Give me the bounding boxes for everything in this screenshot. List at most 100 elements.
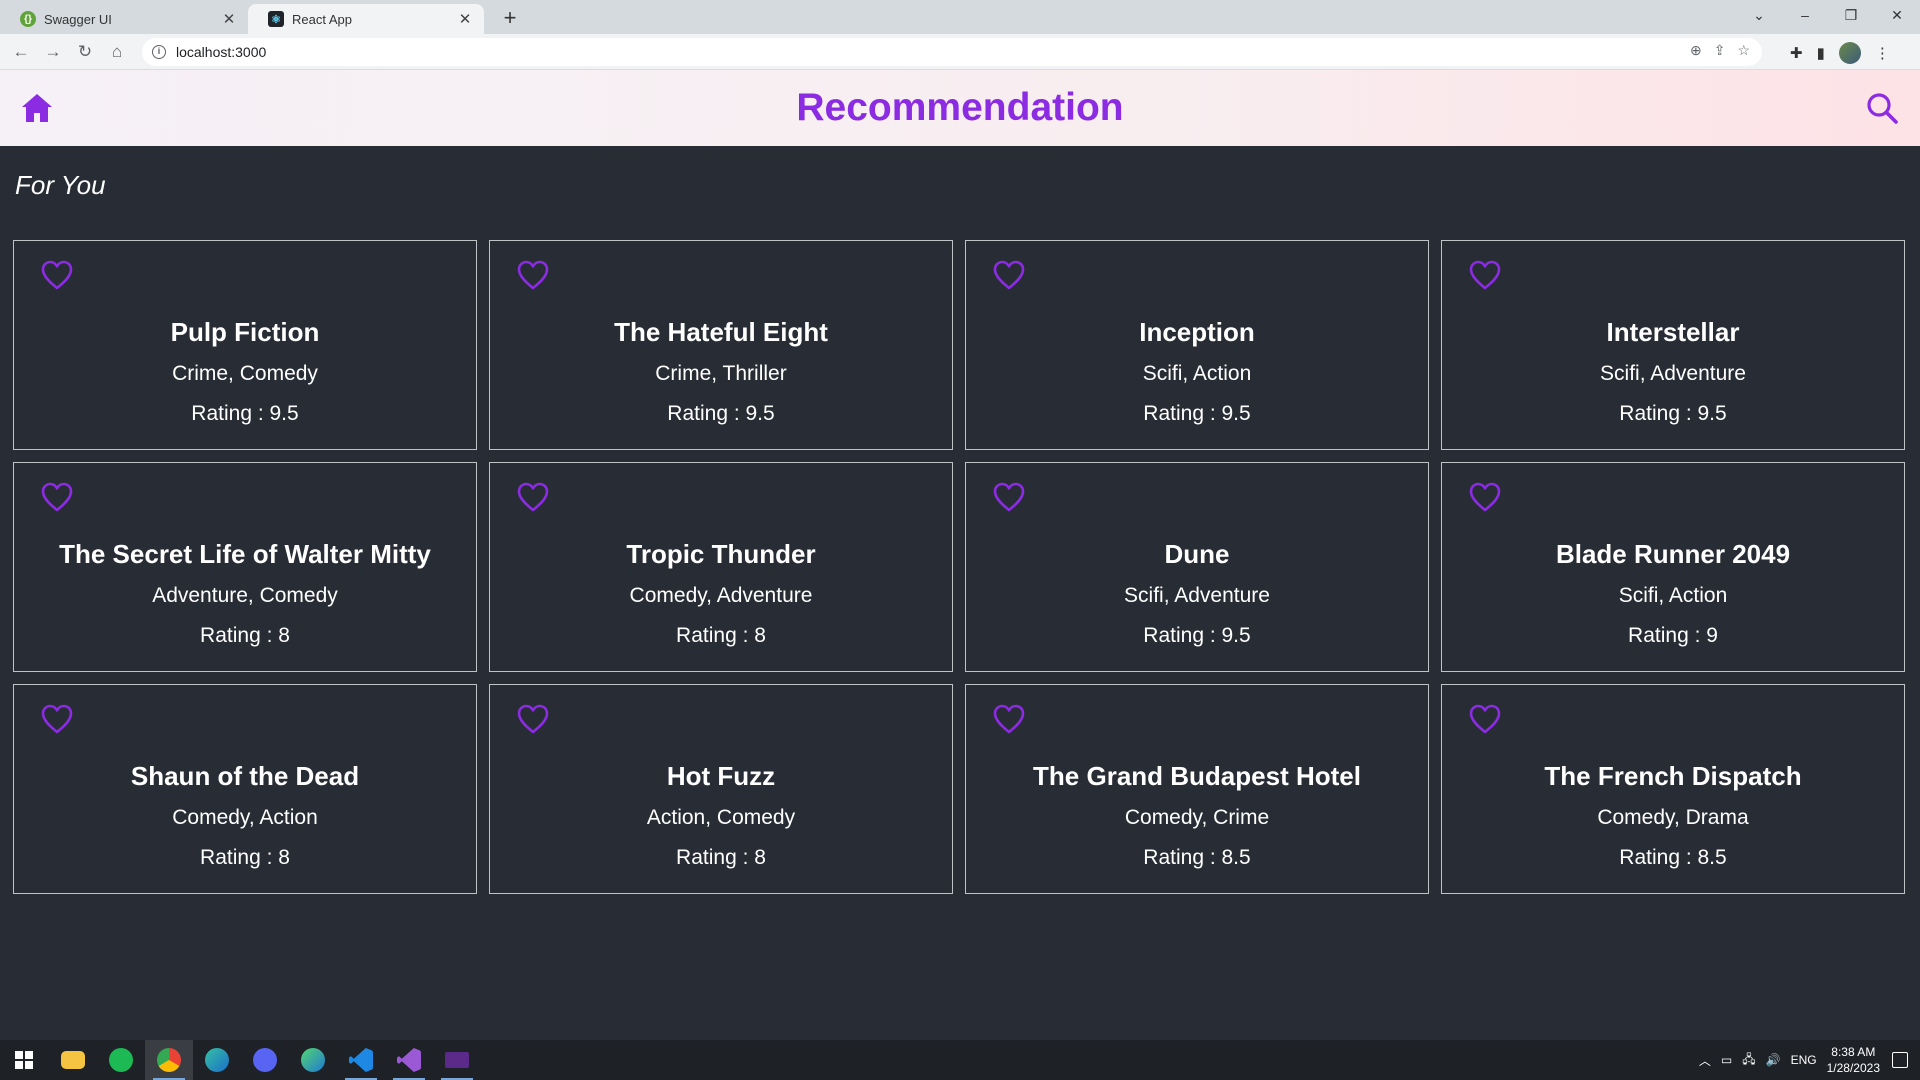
taskbar-spotify[interactable] (97, 1040, 145, 1080)
swagger-favicon-icon: {} (20, 11, 36, 27)
address-bar[interactable]: i localhost:3000 ⊕ ⇪ ☆ (142, 38, 1762, 66)
react-favicon-icon: ⚛ (268, 11, 284, 27)
taskbar-chrome[interactable] (145, 1040, 193, 1080)
taskbar-edge-beta[interactable] (193, 1040, 241, 1080)
favorite-heart-button[interactable] (1468, 481, 1502, 513)
favorite-heart-button[interactable] (40, 703, 74, 735)
tab-swagger-ui[interactable]: {} Swagger UI ✕ (0, 4, 248, 34)
movie-card[interactable]: Shaun of the Dead Comedy, Action Rating … (13, 684, 477, 894)
movie-rating: Rating : 8 (676, 624, 766, 647)
movie-card[interactable]: Pulp Fiction Crime, Comedy Rating : 9.5 (13, 240, 477, 450)
taskbar-visual-studio[interactable] (385, 1040, 433, 1080)
movie-card[interactable]: Hot Fuzz Action, Comedy Rating : 8 (489, 684, 953, 894)
language-indicator[interactable]: ENG (1791, 1053, 1817, 1067)
movie-card[interactable]: The Hateful Eight Crime, Thriller Rating… (489, 240, 953, 450)
search-button[interactable] (1864, 90, 1900, 126)
movie-card[interactable]: Dune Scifi, Adventure Rating : 9.5 (965, 462, 1429, 672)
favorite-heart-button[interactable] (992, 481, 1026, 513)
heart-icon (517, 704, 549, 734)
network-icon[interactable]: 🖧 (1742, 1050, 1755, 1071)
movie-rating: Rating : 9.5 (667, 402, 775, 425)
taskbar-discord[interactable] (241, 1040, 289, 1080)
movie-rating: Rating : 9.5 (1143, 402, 1251, 425)
clock[interactable]: 8:38 AM 1/28/2023 (1827, 1044, 1880, 1076)
taskbar-terminal[interactable] (433, 1040, 481, 1080)
tab-react-app[interactable]: ⚛ React App ✕ (248, 4, 484, 34)
start-button[interactable] (0, 1040, 48, 1080)
heart-icon (993, 704, 1025, 734)
heart-icon (993, 482, 1025, 512)
movie-title: The French Dispatch (1544, 761, 1802, 791)
favorite-heart-button[interactable] (516, 703, 550, 735)
movie-title: Blade Runner 2049 (1555, 539, 1791, 569)
movie-genres: Comedy, Adventure (629, 584, 813, 607)
folder-icon (61, 1051, 85, 1069)
spotify-icon (109, 1048, 133, 1072)
movie-card[interactable]: The Secret Life of Walter Mitty Adventur… (13, 462, 477, 672)
favorite-heart-button[interactable] (40, 481, 74, 513)
browser-menu-icon[interactable]: ⋮ (1875, 44, 1890, 62)
profile-avatar[interactable] (1838, 42, 1861, 64)
close-window-icon[interactable]: ✕ (1874, 7, 1920, 24)
heart-icon (517, 482, 549, 512)
favorite-heart-button[interactable] (516, 259, 550, 291)
movie-genres: Comedy, Crime (1124, 806, 1270, 829)
notification-center-icon[interactable] (1892, 1052, 1908, 1068)
extensions-puzzle-icon[interactable]: ✚ (1790, 44, 1803, 62)
home-button[interactable] (20, 92, 54, 124)
taskbar-vscode[interactable] (337, 1040, 385, 1080)
favorite-heart-button[interactable] (516, 481, 550, 513)
tab-search-icon[interactable]: ⌄ (1736, 7, 1782, 24)
close-tab-icon[interactable]: ✕ (220, 10, 238, 28)
movie-genres: Scifi, Action (1142, 362, 1252, 385)
windows-taskbar: ︿ ▭ 🖧 🔊 ENG 8:38 AM 1/28/2023 (0, 1040, 1920, 1080)
system-tray: ︿ ▭ 🖧 🔊 ENG 8:38 AM 1/28/2023 (1699, 1040, 1880, 1080)
tab-title: Swagger UI (44, 11, 112, 27)
movie-title: Pulp Fiction (170, 317, 320, 347)
volume-icon[interactable]: 🔊 (1766, 1053, 1781, 1067)
home-page-icon[interactable]: ⌂ (104, 39, 130, 65)
share-icon[interactable]: ⇪ (1714, 42, 1726, 59)
discord-icon (253, 1048, 277, 1072)
zoom-icon[interactable]: ⊕ (1690, 42, 1702, 59)
favorite-heart-button[interactable] (1468, 703, 1502, 735)
battery-icon[interactable]: ▭ (1721, 1053, 1732, 1067)
movie-card[interactable]: The French Dispatch Comedy, Drama Rating… (1441, 684, 1905, 894)
restore-icon[interactable]: ❐ (1828, 7, 1874, 24)
movie-title: The Grand Budapest Hotel (1033, 761, 1361, 791)
taskbar-edge[interactable] (289, 1040, 337, 1080)
movie-card[interactable]: Tropic Thunder Comedy, Adventure Rating … (489, 462, 953, 672)
movie-card[interactable]: Blade Runner 2049 Scifi, Action Rating :… (1441, 462, 1905, 672)
favorite-heart-button[interactable] (40, 259, 74, 291)
favorite-heart-button[interactable] (992, 259, 1026, 291)
heart-icon (1469, 260, 1501, 290)
movie-genres: Adventure, Comedy (152, 584, 338, 607)
bookmark-star-icon[interactable]: ☆ (1737, 42, 1750, 59)
tray-overflow-icon[interactable]: ︿ (1699, 1052, 1711, 1069)
side-panel-icon[interactable]: ▮ (1817, 44, 1825, 62)
taskbar-file-explorer[interactable] (49, 1040, 97, 1080)
movie-genres: Action, Comedy (646, 806, 796, 829)
movie-card[interactable]: The Grand Budapest Hotel Comedy, Crime R… (965, 684, 1429, 894)
movie-genres: Comedy, Action (172, 806, 318, 829)
movie-title: Tropic Thunder (626, 539, 816, 569)
new-tab-button[interactable]: + (496, 5, 524, 31)
movie-genres: Crime, Comedy (172, 362, 318, 385)
close-tab-icon[interactable]: ✕ (456, 10, 474, 28)
movie-card[interactable]: Inception Scifi, Action Rating : 9.5 (965, 240, 1429, 450)
favorite-heart-button[interactable] (1468, 259, 1502, 291)
minimize-icon[interactable]: – (1782, 7, 1828, 23)
forward-icon[interactable]: → (40, 39, 66, 65)
back-icon[interactable]: ← (8, 39, 34, 65)
movie-card[interactable]: Interstellar Scifi, Adventure Rating : 9… (1441, 240, 1905, 450)
edge-icon (301, 1048, 325, 1072)
app-header: Recommendation (0, 70, 1920, 146)
site-info-icon[interactable]: i (152, 45, 166, 59)
reload-icon[interactable]: ↻ (72, 39, 98, 65)
movie-grid: Pulp Fiction Crime, Comedy Rating : 9.5 … (13, 240, 1907, 894)
movie-title: Interstellar (1606, 317, 1740, 347)
clock-date: 1/28/2023 (1826, 1061, 1880, 1075)
favorite-heart-button[interactable] (992, 703, 1026, 735)
home-icon (22, 94, 52, 122)
heart-icon (41, 482, 73, 512)
